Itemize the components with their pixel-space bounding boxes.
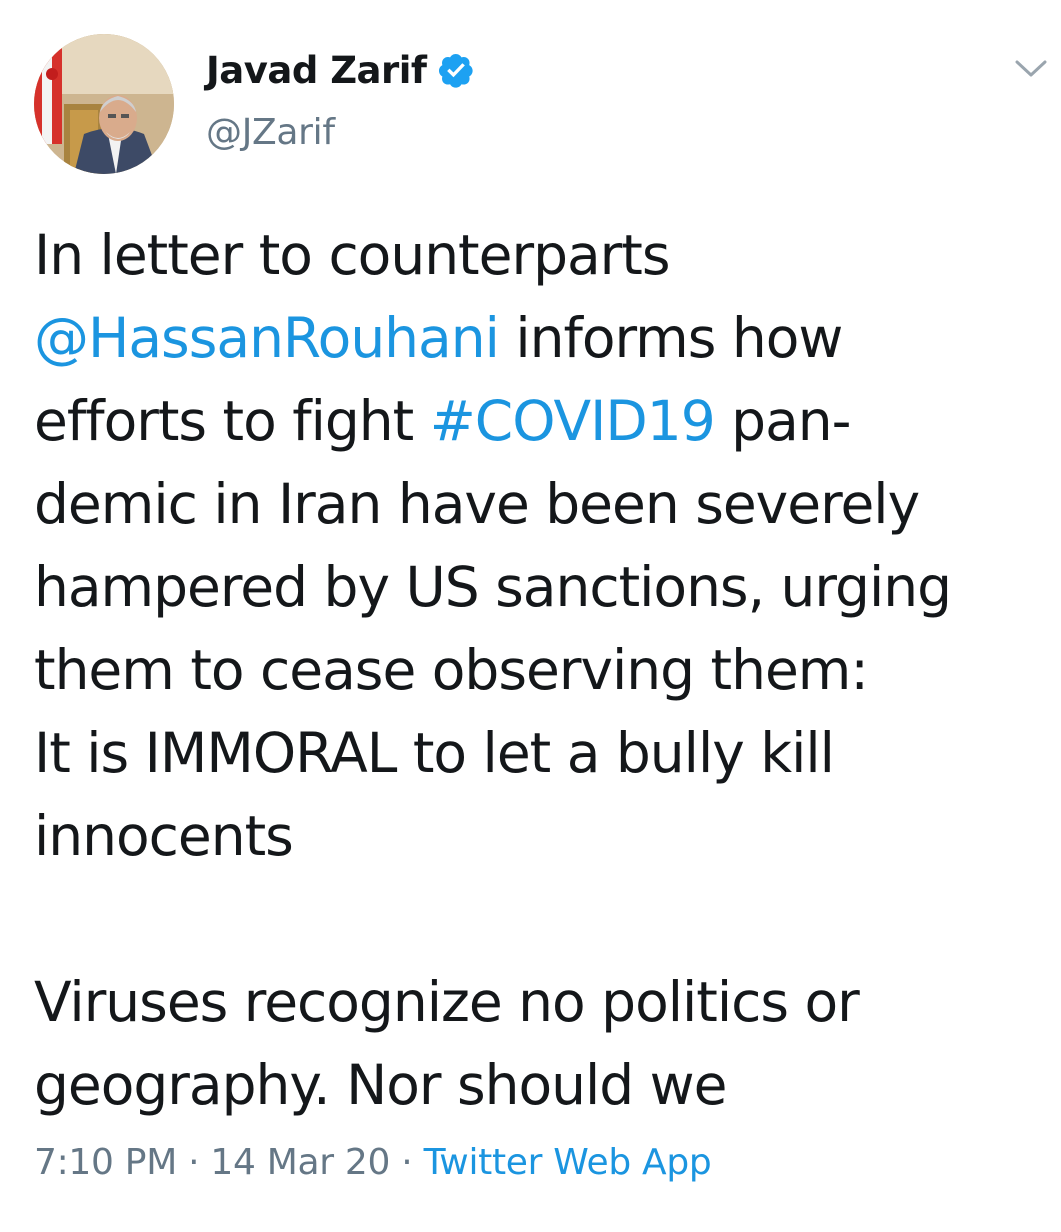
tweet-line: hampered by US sanctions, urging xyxy=(34,546,1044,629)
tweet-line: demic in Iran have been severely xyxy=(34,463,1044,546)
display-name[interactable]: Javad Zarif xyxy=(206,49,427,92)
tweet-text-segment: hampered by US sanctions, urging xyxy=(34,555,952,619)
tweet-text-segment: demic in Iran have been severely xyxy=(34,472,920,536)
tweet-line: efforts to fight #COVID19 pan- xyxy=(34,380,1044,463)
verified-badge-icon xyxy=(438,53,473,88)
user-name-row[interactable]: Javad Zarif xyxy=(206,44,475,96)
tweet-line: It is IMMORAL to let a bully kill xyxy=(34,712,1044,795)
tweet-meta: 7:10 PM · 14 Mar 20 · Twitter Web App xyxy=(34,1142,712,1183)
tweet-line: @HassanRouhani informs how xyxy=(34,297,1044,380)
tweet-text-segment: Viruses recognize no politics or xyxy=(34,970,860,1034)
hashtag-link[interactable]: #COVID19 xyxy=(430,389,716,453)
tweet-text-segment: efforts to fight xyxy=(34,389,430,453)
tweet-text-segment: informs how xyxy=(498,306,843,370)
tweet-line: Viruses recognize no politics or xyxy=(34,961,1044,1044)
meta-separator: · xyxy=(390,1142,424,1183)
tweet-text-segment: In letter to counterparts xyxy=(34,223,671,287)
tweet-line: In letter to counterparts xyxy=(34,214,1044,297)
tweet-text-segment: geography. Nor should we xyxy=(34,1053,727,1117)
tweet-date[interactable]: 14 Mar 20 xyxy=(210,1142,390,1183)
mention-link[interactable]: @HassanRouhani xyxy=(34,306,500,370)
user-handle[interactable]: @JZarif xyxy=(206,112,335,153)
meta-separator: · xyxy=(176,1142,211,1183)
tweet-line: innocents xyxy=(34,795,1044,878)
tweet-text-segment: innocents xyxy=(34,804,294,868)
tweet-line: them to cease observing them: xyxy=(34,629,1044,712)
tweet-line: geography. Nor should we xyxy=(34,1044,1044,1127)
chevron-down-icon[interactable] xyxy=(1014,58,1048,80)
tweet-text: In letter to counterparts @HassanRouhani … xyxy=(34,214,1044,1127)
tweet-time[interactable]: 7:10 PM xyxy=(34,1142,177,1183)
avatar[interactable] xyxy=(34,34,174,174)
tweet-source-link[interactable]: Twitter Web App xyxy=(424,1142,712,1183)
tweet-text-segment: them to cease observing them: xyxy=(34,638,869,702)
tweet-text-segment: pan- xyxy=(714,389,851,453)
tweet-text-segment: It is IMMORAL to let a bully kill xyxy=(34,721,835,785)
profile-photo xyxy=(34,34,174,174)
